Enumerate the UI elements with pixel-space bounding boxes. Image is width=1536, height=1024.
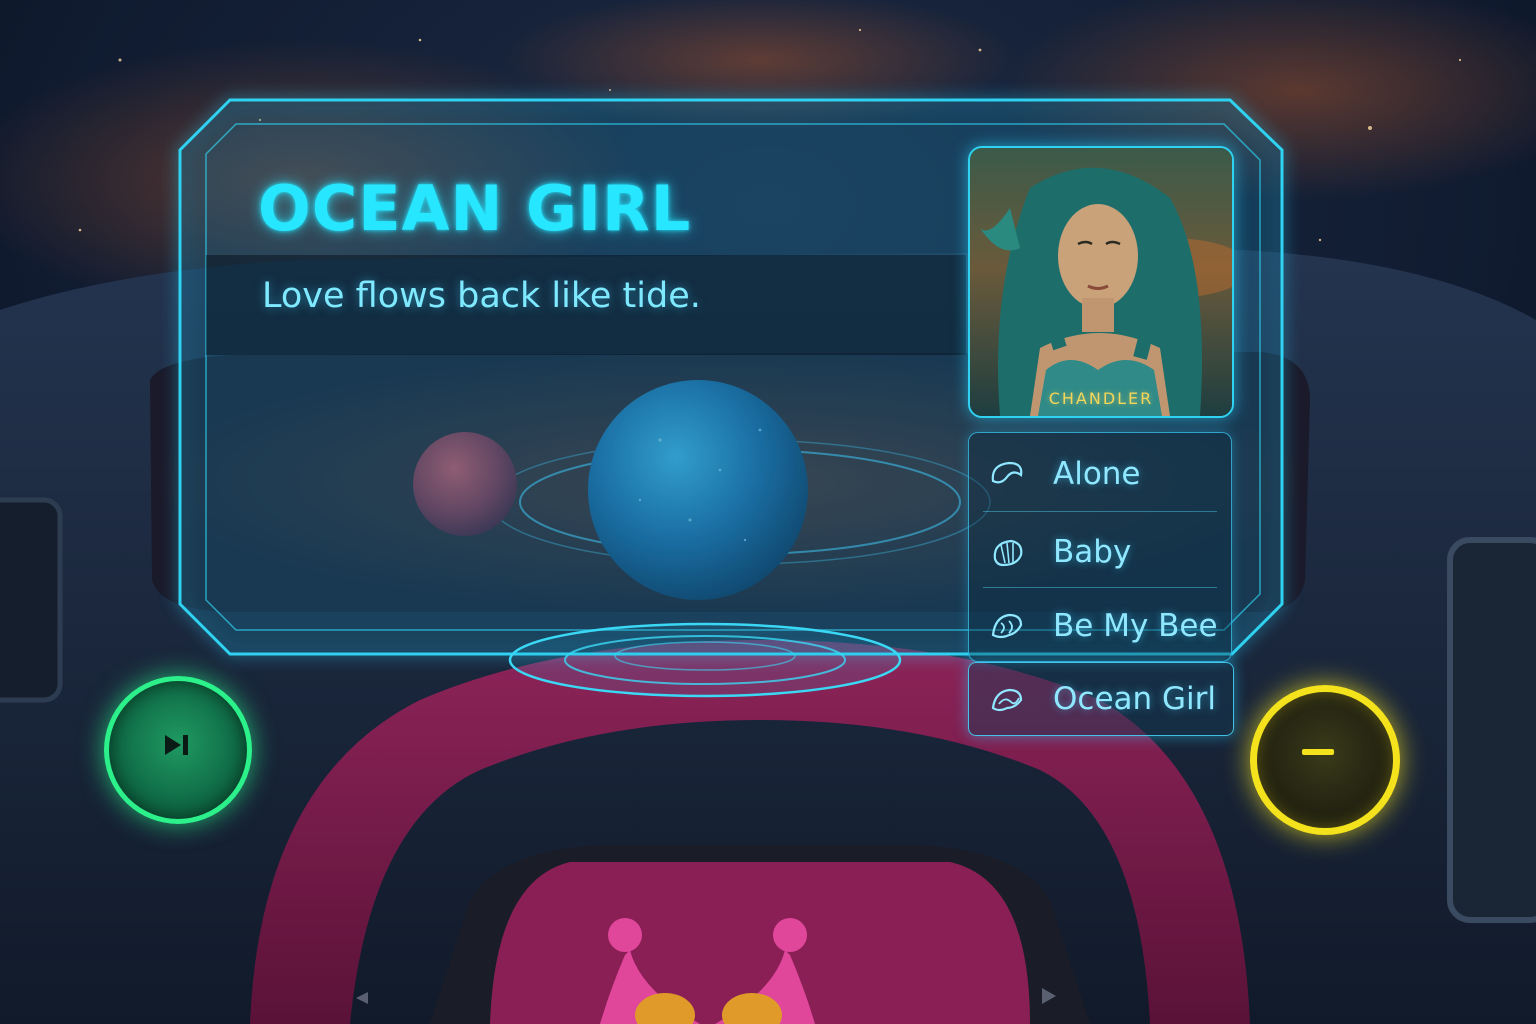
playlist-item-be-my-bee[interactable]: Be My Bee — [969, 589, 1231, 663]
shell-icon — [993, 539, 1023, 567]
minus-icon — [1302, 749, 1334, 755]
playlist-item-label: Be My Bee — [1053, 608, 1218, 644]
cockpit-background — [0, 0, 1536, 1024]
playlist-item-alone[interactable]: Alone — [969, 437, 1231, 511]
album-art-image — [970, 148, 1232, 416]
playlist-item-baby[interactable]: Baby — [969, 515, 1231, 589]
playlist-item-ocean-girl[interactable]: Ocean Girl — [968, 662, 1234, 736]
skip-next-icon — [165, 735, 188, 755]
playlist-item-label: Ocean Girl — [1053, 681, 1217, 717]
playlist-divider — [983, 587, 1217, 588]
playlist-divider — [983, 511, 1217, 512]
red-planet — [413, 432, 517, 536]
artist-name: CHANDLER — [1048, 389, 1154, 408]
playlist-item-label: Alone — [1053, 456, 1141, 492]
skip-next-button[interactable] — [104, 676, 252, 824]
moon-shell-icon — [991, 461, 1023, 484]
playlist-panel: Alone Baby Be My Bee — [968, 432, 1232, 662]
bee-icon — [991, 613, 1023, 639]
blue-planet — [588, 380, 808, 600]
wave-icon — [991, 688, 1023, 712]
song-title: OCEAN GIRL — [258, 172, 692, 245]
minus-button[interactable] — [1250, 685, 1400, 835]
playlist-item-label: Baby — [1053, 534, 1132, 570]
song-lyric: Love flows back like tide. — [262, 276, 701, 316]
album-art-card[interactable]: CHANDLER — [968, 146, 1234, 418]
